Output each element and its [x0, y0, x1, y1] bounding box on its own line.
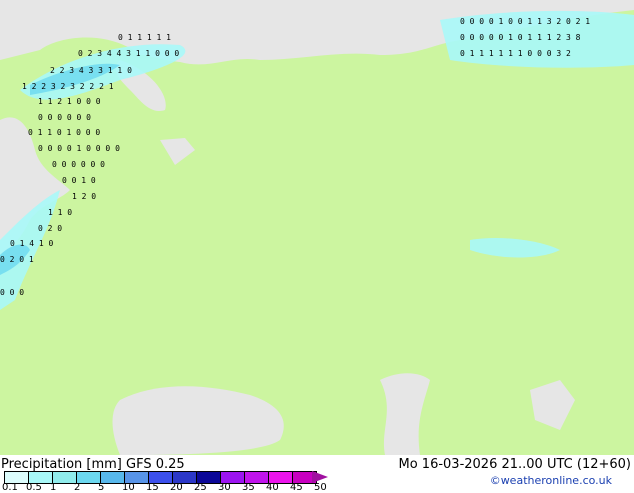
precip-value-label: 0 1 1 0 1 0 0 0: [28, 128, 100, 137]
precip-value-label: 0 0 0 0 0 0: [38, 113, 91, 122]
precip-value-label: 1 2 2 3 2 3 2 2 2 1: [22, 82, 114, 91]
precipitation-map: 0 1 1 1 1 1 0 2 3 4 4 3 1 1 0 0 0 2 2 3 4 …: [0, 0, 634, 455]
precip-value-label: 2 2 3 4 3 3 1 1 0: [50, 66, 132, 75]
scale-tick-label: 10: [122, 482, 135, 493]
precip-value-label: 0 0 0 0 1 0 0 0 0: [38, 144, 120, 153]
precip-value-label: 0 0 1 0: [62, 176, 96, 185]
precip-value-label: 0 0 0 0 1 0 0 1 1 3 2 0 2 1: [460, 17, 590, 26]
precip-value-label: 1 1 0: [48, 208, 72, 217]
scale-tick-label: 20: [170, 482, 183, 493]
precip-value-label: 0 1 1 1 1 1 1 0 0 0 3 2: [460, 49, 571, 58]
scale-tick-label: 5: [98, 482, 105, 493]
map-title: Precipitation [mm] GFS 0.25: [1, 457, 185, 472]
scale-ticks: 0.1 0.5 1 2 5 10 15 20 25 30 35 40 45 50: [0, 482, 340, 493]
precip-value-label: 1 1 2 1 0 0 0: [38, 97, 101, 106]
precip-value-label: 0 0 0 0 0 0: [52, 160, 105, 169]
scale-tick-label: 0.5: [26, 482, 42, 493]
scale-tick-label: 1: [50, 482, 57, 493]
precip-value-label: 0 2 0 1: [0, 255, 34, 264]
scale-tick-label: 25: [194, 482, 207, 493]
credit-link[interactable]: ©weatheronline.co.uk: [490, 474, 612, 487]
precip-value-label: 0 1 1 1 1 1: [118, 33, 171, 42]
scale-tick-label: 2: [74, 482, 81, 493]
precip-value-label: 0 0 0 0 0 1 0 1 1 1 2 3 8: [460, 33, 581, 42]
scale-tick-label: 0.1: [2, 482, 18, 493]
scale-tick-label: 40: [266, 482, 279, 493]
scale-tick-label: 35: [242, 482, 255, 493]
precip-value-label: 1 2 0: [72, 192, 96, 201]
precip-value-label: 0 0 0: [0, 288, 24, 297]
scale-tick-label: 50: [314, 482, 327, 493]
legend-bar-area: Precipitation [mm] GFS 0.25 Mo 16-03-202…: [0, 455, 634, 493]
precip-value-label: 0 1 4 1 0: [10, 239, 54, 248]
scale-tick-label: 15: [146, 482, 159, 493]
scale-tick-label: 30: [218, 482, 231, 493]
valid-datetime: Mo 16-03-2026 21..00 UTC (12+60): [398, 457, 632, 472]
precip-value-label: 0 2 3 4 4 3 1 1 0 0 0: [78, 49, 179, 58]
precip-value-label: 0 2 0: [38, 224, 62, 233]
scale-tick-label: 45: [290, 482, 303, 493]
